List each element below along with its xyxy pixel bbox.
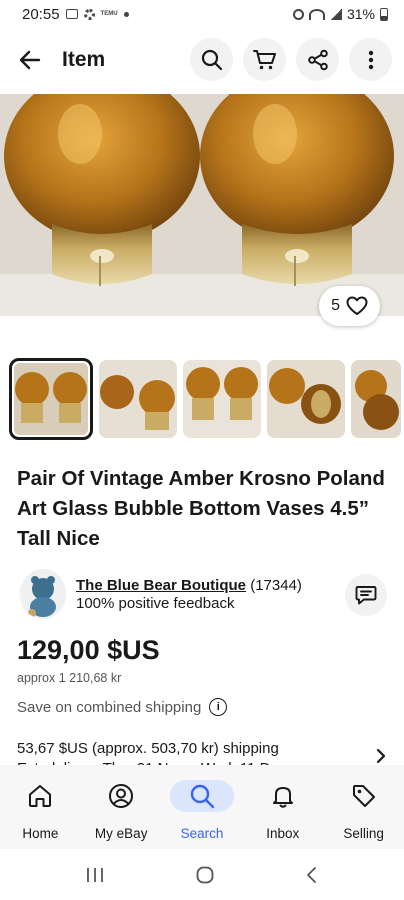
more-notifications-dot-icon [123, 11, 129, 17]
status-time: 20:55 [22, 5, 60, 23]
home-icon [29, 785, 52, 807]
nav-search-active-pill [169, 780, 234, 812]
nav-inbox-label: Inbox [266, 826, 300, 841]
gallery-notification-icon [65, 9, 78, 19]
more-options-button[interactable] [349, 38, 392, 81]
amber-vases-photo [0, 94, 404, 316]
seller-score: (17344) [250, 577, 302, 594]
settings-notification-icon [83, 8, 95, 20]
bell-icon [272, 787, 293, 808]
seller-avatar[interactable] [20, 569, 66, 619]
watch-count-button[interactable]: 5 [319, 286, 380, 326]
thumbnail-3[interactable] [183, 360, 261, 438]
bottom-navigation: Home My eBay Search Inbox Selling [0, 765, 404, 849]
nav-home[interactable]: Home [0, 765, 81, 849]
wifi-icon [308, 8, 325, 20]
thumbnail-4-image [267, 360, 345, 438]
item-main-photo[interactable] [0, 94, 404, 316]
blue-bear-avatar-image [20, 569, 66, 619]
thumbnail-3-image [183, 360, 261, 438]
share-icon [307, 49, 328, 70]
cart-button[interactable] [243, 38, 286, 81]
nav-my-ebay-label: My eBay [94, 826, 148, 841]
thumbnail-2[interactable] [99, 360, 177, 438]
nav-selling[interactable]: Selling [323, 765, 404, 849]
price-approx: approx 1 210,68 kr [17, 671, 122, 685]
app-bar: Item [0, 36, 404, 84]
temu-notification-icon: TEMU [100, 11, 118, 17]
seller-feedback: 100% positive feedback [76, 595, 235, 612]
home-circle-icon[interactable] [195, 865, 215, 885]
signal-icon [329, 8, 342, 20]
page-title: Item [62, 48, 106, 71]
thumbnail-1-image [14, 363, 88, 435]
seller-name-link[interactable]: The Blue Bear Boutique [76, 577, 246, 594]
status-bar: 20:55 TEMU 31% [0, 0, 404, 28]
tag-icon [352, 785, 375, 807]
combined-shipping-row[interactable]: Save on combined shipping i [17, 698, 228, 716]
combined-shipping-text: Save on combined shipping [17, 698, 202, 716]
chevron-right-icon[interactable] [376, 748, 386, 764]
battery-icon [380, 7, 388, 21]
search-button[interactable] [190, 38, 233, 81]
system-back-icon[interactable] [305, 866, 319, 884]
photo-thumbnails [9, 358, 401, 440]
back-arrow-icon [19, 50, 41, 70]
item-price: 129,00 $US [17, 635, 160, 665]
message-seller-button[interactable] [345, 574, 387, 616]
nav-inbox[interactable]: Inbox [242, 765, 323, 849]
nav-selling-label: Selling [343, 826, 384, 841]
search-icon [190, 784, 215, 809]
shipping-cost: 53,67 $US (approx. 503,70 kr) shipping [17, 740, 279, 757]
watch-count: 5 [331, 297, 340, 314]
thumbnail-5[interactable] [351, 360, 401, 438]
alarm-icon [292, 8, 304, 20]
user-icon [109, 784, 134, 808]
seller-name-line: The Blue Bear Boutique (17344) [76, 577, 302, 594]
nav-my-ebay[interactable]: My eBay [81, 765, 162, 849]
thumbnail-1[interactable] [9, 358, 93, 440]
seller-info: The Blue Bear Boutique (17344) 100% posi… [17, 568, 389, 622]
more-vertical-icon [368, 50, 373, 69]
thumbnail-2-image [99, 360, 177, 438]
system-navigation-bar [0, 849, 404, 900]
thumbnail-4[interactable] [267, 360, 345, 438]
info-icon[interactable]: i [209, 698, 228, 716]
back-button[interactable] [12, 42, 48, 78]
message-icon [355, 586, 377, 605]
nav-home-label: Home [22, 826, 59, 841]
battery-percent: 31% [346, 6, 375, 22]
share-button[interactable] [296, 38, 339, 81]
heart-icon [346, 296, 368, 315]
nav-search[interactable]: Search [162, 765, 243, 849]
search-icon [201, 49, 222, 70]
cart-icon [252, 49, 276, 69]
thumbnail-5-image [351, 360, 401, 438]
item-title: Pair Of Vintage Amber Krosno Poland Art … [17, 467, 385, 550]
recent-apps-icon[interactable] [85, 866, 105, 884]
nav-search-label: Search [180, 826, 224, 841]
